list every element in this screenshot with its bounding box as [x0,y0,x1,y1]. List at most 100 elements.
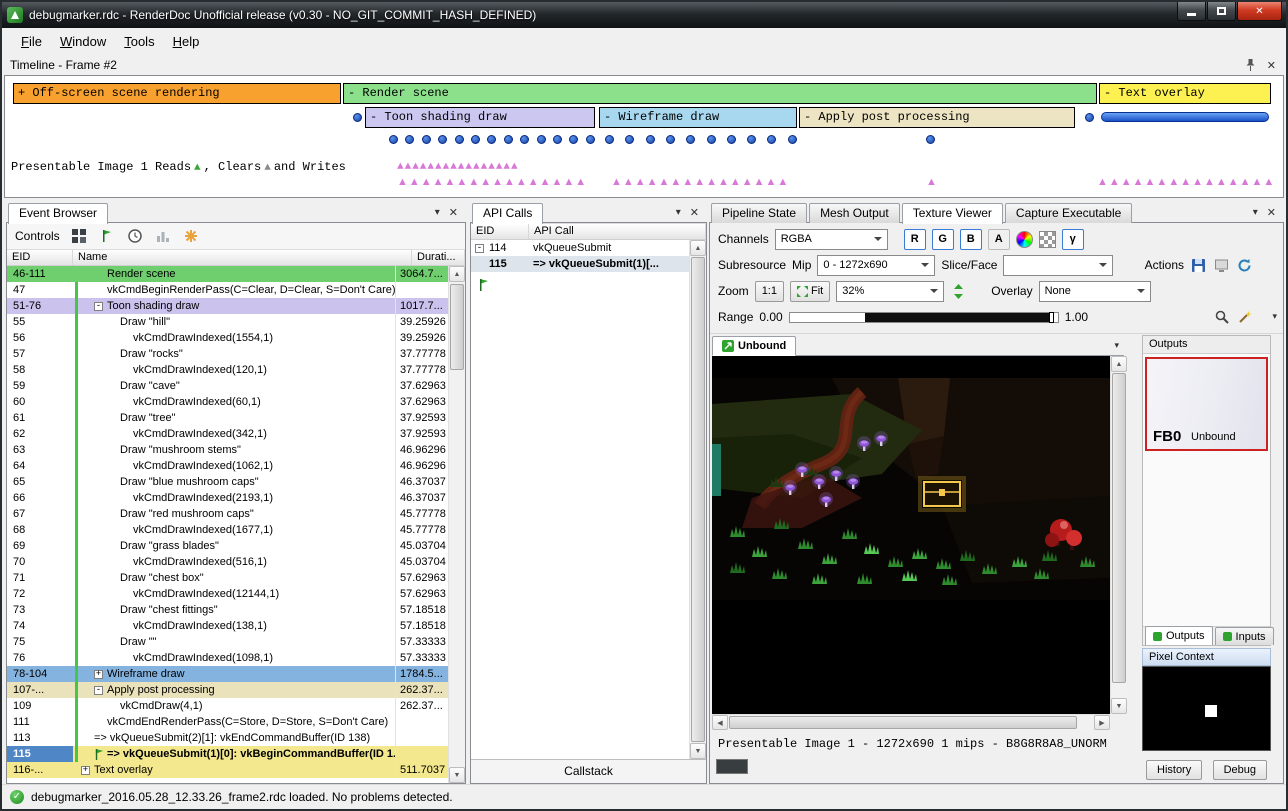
range-thumb[interactable] [1049,312,1054,323]
sliceface-select[interactable] [1003,255,1113,276]
event-row[interactable]: 60 vkCmdDrawIndexed(60,1) 37.62963 [7,394,448,410]
usage-triangle-cluster[interactable]: ▲ [926,176,938,188]
event-row[interactable]: 59 Draw "cave" 37.62963 [7,378,448,394]
draw-call-dot[interactable] [767,135,776,144]
checkerboard-background-icon[interactable] [1039,231,1056,248]
refresh-icon[interactable] [1236,257,1253,274]
tab-outputs[interactable]: Outputs [1145,626,1213,645]
texture-vertical-scrollbar[interactable]: ▲ ▼ [1110,356,1127,714]
draw-call-dot[interactable] [520,135,529,144]
draw-call-dot[interactable] [666,135,675,144]
column-api-call[interactable]: API Call [529,224,706,239]
autofit-wand-icon[interactable] [1236,309,1253,326]
zoom-fit-button[interactable]: Fit [790,281,830,302]
draw-call-dot[interactable] [438,135,447,144]
tab-mesh-output[interactable]: Mesh Output [809,203,900,223]
draw-call-dot[interactable] [747,135,756,144]
timeline-marker-bar[interactable]: - Text overlay [1099,83,1271,104]
event-row[interactable]: 70 vkCmdDrawIndexed(516,1) 45.03704 [7,554,448,570]
scrollbar-thumb[interactable] [729,716,1077,729]
event-row[interactable]: 67 Draw "red mushroom caps" 45.77778 [7,506,448,522]
event-row[interactable]: 116-... + Text overlay 511.7037 [7,762,448,778]
timeline-marker-bar[interactable]: + Off-screen scene rendering [13,83,341,104]
scroll-down-icon[interactable]: ▼ [1111,698,1127,714]
event-row[interactable]: 62 vkCmdDrawIndexed(342,1) 37.92593 [7,426,448,442]
event-row[interactable]: 109 vkCmdDraw(4,1) 262.37... [7,698,448,714]
tab-capture-executable[interactable]: Capture Executable [1005,203,1132,223]
timeline-marker-bar[interactable]: - Apply post processing [799,107,1075,128]
tab-pipeline-state[interactable]: Pipeline State [711,203,807,223]
draw-call-dot[interactable] [788,135,797,144]
callstack-section[interactable]: Callstack [471,759,706,783]
column-eid[interactable]: EID [471,224,529,239]
panel-close-icon[interactable]: ✕ [690,206,699,219]
draw-call-dot[interactable] [405,135,414,144]
event-row[interactable]: 78-104 + Wireframe draw 1784.5... [7,666,448,682]
zoom-select[interactable]: 32% [836,281,944,302]
draw-call-dot[interactable] [553,135,562,144]
draw-call-dot[interactable] [422,135,431,144]
scroll-up-icon[interactable]: ▲ [449,266,465,282]
zoom-1to1-button[interactable]: 1:1 [755,281,784,302]
draw-call-dot[interactable] [727,135,736,144]
event-row[interactable]: 58 vkCmdDrawIndexed(120,1) 37.77778 [7,362,448,378]
usage-triangle-cluster[interactable]: ▲▲▲▲▲▲▲▲▲▲▲▲▲▲▲▲ [397,161,519,173]
event-row[interactable]: 47 vkCmdBeginRenderPass(C=Clear, D=Clear… [7,282,448,298]
column-duration[interactable]: Durati... [412,250,465,265]
draw-call-dot[interactable] [625,135,634,144]
panel-menu-icon[interactable]: ▾ [676,207,681,218]
panel-menu-icon[interactable]: ▾ [435,207,440,218]
expander-icon[interactable]: - [94,686,103,695]
scrollbar-thumb[interactable] [1112,373,1126,683]
usage-triangle-cluster[interactable]: ▲▲▲▲▲▲▲▲▲▲▲▲▲▲▲ [1097,176,1275,188]
column-name[interactable]: Name [73,250,412,265]
draw-call-dot[interactable] [487,135,496,144]
event-row[interactable]: 69 Draw "grass blades" 45.03704 [7,538,448,554]
texture-horizontal-scrollbar[interactable]: ◀ ▶ [712,714,1110,730]
timeline-marker-bar[interactable]: - Render scene [343,83,1097,104]
scroll-down-icon[interactable]: ▼ [449,767,465,783]
zoom-range-icon[interactable] [1213,309,1230,326]
event-row[interactable]: 56 vkCmdDrawIndexed(1554,1) 39.25926 [7,330,448,346]
event-row[interactable]: 65 Draw "blue mushroom caps" 46.37037 [7,474,448,490]
api-call-row[interactable]: 115 => vkQueueSubmit(1)[... [471,256,689,272]
channels-select[interactable]: RGBA [775,229,888,250]
tab-api-calls[interactable]: API Calls [472,203,543,224]
draw-call-dot[interactable] [586,135,595,144]
scroll-right-icon[interactable]: ▶ [1094,715,1110,730]
alpha-channel-button[interactable]: A [988,229,1010,250]
usage-triangle-cluster[interactable]: ▲▲▲▲▲▲▲▲▲▲▲▲▲▲▲ [611,176,789,188]
toolbar-overflow-icon[interactable]: ▾ [1272,311,1277,322]
event-row[interactable]: 75 Draw "" 57.33333 [7,634,448,650]
scroll-up-icon[interactable]: ▲ [1111,356,1127,372]
draw-call-dot[interactable] [646,135,655,144]
overlay-select[interactable]: None [1039,281,1151,302]
draw-call-dot[interactable] [504,135,513,144]
texture-tab-unbound[interactable]: Unbound [712,336,796,356]
history-button[interactable]: History [1146,760,1202,780]
blue-channel-button[interactable]: B [960,229,982,250]
color-wheel-icon[interactable] [1016,231,1033,248]
range-slider[interactable] [789,312,1059,323]
scroll-left-icon[interactable]: ◀ [712,715,728,730]
scroll-up-icon[interactable]: ▲ [690,240,706,256]
texture-display[interactable] [712,356,1110,714]
tab-inputs[interactable]: Inputs [1215,627,1274,645]
clears-triangle-icon[interactable]: ▲ [264,162,271,174]
timeline-canvas[interactable]: + Off-screen scene rendering- Render sce… [4,75,1284,198]
event-row[interactable]: 76 vkCmdDrawIndexed(1098,1) 57.33333 [7,650,448,666]
pin-icon[interactable] [1246,59,1255,71]
tab-event-browser[interactable]: Event Browser [8,203,108,224]
api-calls-scrollbar[interactable]: ▲ ▼ [689,240,706,759]
menu-help[interactable]: Help [164,30,209,53]
column-eid[interactable]: EID [7,250,73,265]
event-row[interactable]: 68 vkCmdDrawIndexed(1677,1) 45.77778 [7,522,448,538]
pixel-context-canvas[interactable] [1142,666,1271,751]
export-icon[interactable] [1213,257,1230,274]
event-row[interactable]: 63 Draw "mushroom stems" 46.96296 [7,442,448,458]
expander-icon[interactable]: + [81,766,90,775]
event-row[interactable]: 107-... - Apply post processing 262.37..… [7,682,448,698]
api-call-row[interactable]: - 114 vkQueueSubmit [471,240,689,256]
minimize-button[interactable] [1177,2,1206,21]
expander-icon[interactable]: + [94,670,103,679]
